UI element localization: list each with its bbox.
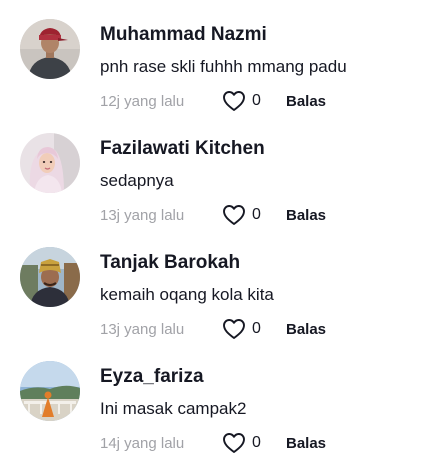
like-button[interactable]: 0 [222, 432, 286, 454]
like-button[interactable]: 0 [222, 318, 286, 340]
comment-item: Tanjak Barokah kemaih oqang kola kita 13… [0, 228, 440, 341]
reply-button[interactable]: Balas [286, 207, 326, 224]
comment-item: Eyza_fariza Ini masak campak2 14j yang l… [0, 342, 440, 455]
like-count: 0 [252, 320, 261, 337]
heart-icon [223, 205, 245, 225]
comment-timestamp: 13j yang lalu [100, 320, 185, 338]
comment-text: sedapnya [100, 171, 174, 190]
like-button[interactable]: 0 [222, 204, 286, 226]
avatar-image [20, 247, 80, 307]
user-avatar[interactable] [20, 247, 80, 307]
comment-meta: 13j yang lalu 0 Balas [100, 203, 326, 227]
reply-button[interactable]: Balas [286, 321, 326, 338]
comment-text: Ini masak campak2 [100, 399, 247, 418]
comment-meta: 13j yang lalu 0 Balas [100, 317, 326, 341]
comment-username[interactable]: Muhammad Nazmi [100, 24, 267, 46]
user-avatar[interactable] [20, 19, 80, 79]
comment-username[interactable]: Tanjak Barokah [100, 252, 240, 274]
comment-item: Fazilawati Kitchen sedapnya 13j yang lal… [0, 114, 440, 227]
comment-username[interactable]: Eyza_fariza [100, 366, 204, 388]
like-button[interactable]: 0 [222, 90, 286, 112]
user-avatar[interactable] [20, 361, 80, 421]
comment-item: Muhammad Nazmi pnh rase skli fuhhh mmang… [0, 0, 440, 113]
comment-username[interactable]: Fazilawati Kitchen [100, 138, 265, 160]
comment-timestamp: 12j yang lalu [100, 92, 185, 110]
comment-text: pnh rase skli fuhhh mmang padu [100, 57, 347, 76]
heart-icon [223, 91, 245, 111]
heart-icon [223, 319, 245, 339]
like-count: 0 [252, 206, 261, 223]
comment-text: kemaih oqang kola kita [100, 285, 274, 304]
avatar-image [20, 133, 80, 193]
comment-timestamp: 14j yang lalu [100, 434, 185, 452]
comment-meta: 14j yang lalu 0 Balas [100, 431, 326, 455]
avatar-image [20, 361, 80, 421]
comment-list: Muhammad Nazmi pnh rase skli fuhhh mmang… [0, 0, 440, 466]
comment-meta: 12j yang lalu 0 Balas [100, 89, 326, 113]
reply-button[interactable]: Balas [286, 435, 326, 452]
heart-icon [223, 433, 245, 453]
like-count: 0 [252, 434, 261, 451]
reply-button[interactable]: Balas [286, 93, 326, 110]
avatar-image [20, 19, 80, 79]
user-avatar[interactable] [20, 133, 80, 193]
comment-timestamp: 13j yang lalu [100, 206, 185, 224]
like-count: 0 [252, 92, 261, 109]
